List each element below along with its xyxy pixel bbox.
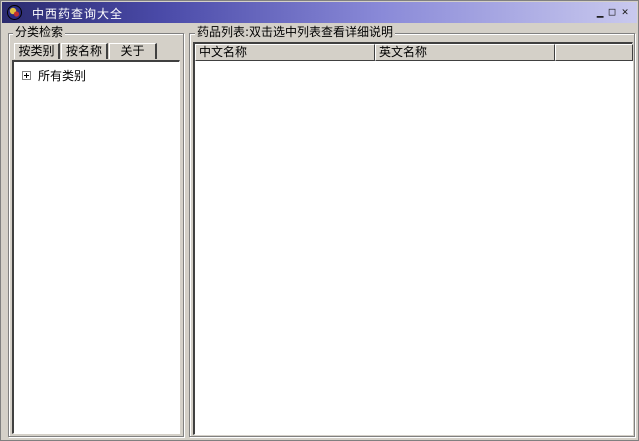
tab-by-category[interactable]: 按类别 [14,43,60,59]
list-header: 中文名称 英文名称 [195,44,633,61]
tree-item-all-categories[interactable]: 所有类别 [22,67,86,84]
expand-plus-icon[interactable] [22,71,31,80]
column-header-english-name[interactable]: 英文名称 [375,44,555,61]
tree-item-label: 所有类别 [38,69,87,83]
column-header-label: 英文名称 [379,45,428,59]
category-tree[interactable]: 所有类别 [12,60,180,434]
drug-list[interactable]: 中文名称 英文名称 [193,42,633,435]
column-header-label: 中文名称 [199,45,248,59]
tab-by-name[interactable]: 按名称 [61,43,108,59]
tab-by-category-label: 按类别 [18,44,55,58]
category-search-label: 分类检索 [13,25,66,39]
minimize-button[interactable]: ▁ [594,6,606,18]
app-icon[interactable] [6,4,23,21]
tab-about[interactable]: 关于 [109,43,157,59]
title-bar[interactable]: 中西药查询大全 ▁ □ ✕ [2,2,637,23]
tab-by-name-label: 按名称 [65,44,102,58]
column-header-chinese-name[interactable]: 中文名称 [195,44,375,61]
close-button[interactable]: ✕ [619,6,631,18]
drug-list-label: 药品列表:双击选中列表查看详细说明 [195,25,396,39]
column-header-blank[interactable] [555,44,633,61]
window-title: 中西药查询大全 [32,7,124,21]
maximize-button[interactable]: □ [606,6,618,18]
main-window: 中西药查询大全 ▁ □ ✕ 分类检索 按类别 按名称 关于 所有类别 药品列表:… [0,0,639,441]
tab-about-label: 关于 [120,44,145,58]
